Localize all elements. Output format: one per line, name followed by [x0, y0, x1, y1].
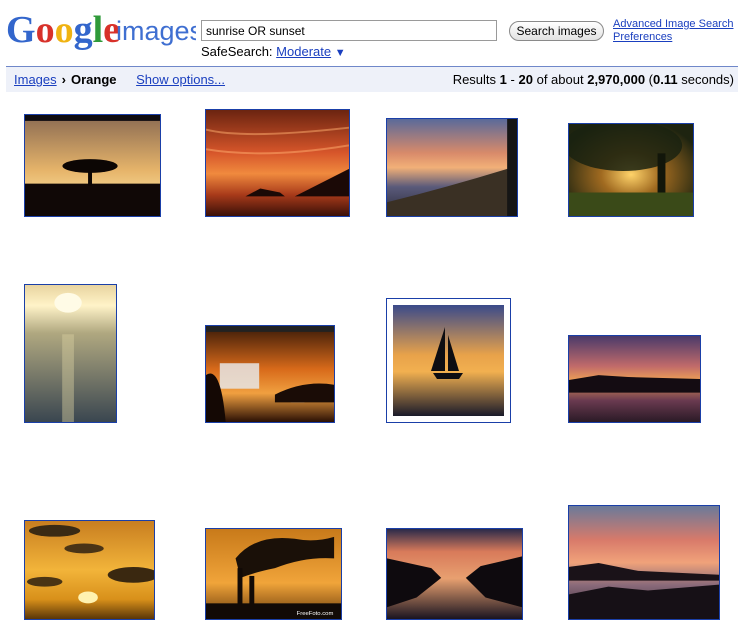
breadcrumb-separator: ›	[61, 72, 66, 87]
results-seconds: seconds	[681, 72, 730, 87]
results-to: 20	[518, 72, 533, 87]
results-dash: -	[510, 72, 515, 87]
results-bar: Images › Orange Show options... Results 1 …	[6, 66, 738, 92]
image-result-cloudy-golden[interactable]	[24, 520, 155, 620]
results-stats: Results 1 - 20 of about 2,970,000 (0.11 …	[452, 72, 734, 87]
svg-text:images: images	[116, 16, 196, 46]
image-result-red-sky[interactable]	[205, 109, 350, 217]
search-images-button[interactable]: Search images	[509, 21, 604, 41]
image-result-river[interactable]	[386, 528, 523, 620]
image-result-smokestacks[interactable]: FreeFoto.com	[205, 528, 342, 620]
breadcrumb: Images › Orange Show options...	[14, 67, 225, 93]
safesearch-dropdown[interactable]: Moderate	[276, 44, 331, 59]
results-prefix: Results	[452, 72, 497, 87]
results-total: 2,970,000	[587, 72, 646, 87]
image-result-ocean-sun[interactable]	[24, 284, 117, 423]
safesearch-control: SafeSearch: Moderate ▼	[201, 44, 346, 59]
google-images-logo[interactable]: Google images	[6, 4, 196, 52]
breadcrumb-images-link[interactable]: Images	[14, 72, 57, 87]
image-result-purple-lake[interactable]	[568, 335, 701, 423]
svg-text:Google: Google	[6, 9, 120, 51]
advanced-image-search-link[interactable]: Advanced Image Search	[613, 18, 733, 31]
results-from: 1	[499, 72, 507, 87]
image-result-acacia[interactable]	[24, 114, 161, 217]
breadcrumb-current: Orange	[70, 72, 117, 87]
image-result-desktop-screenshot[interactable]	[205, 325, 335, 423]
watermark-text: FreeFoto.com	[297, 611, 334, 617]
results-time: 0.11	[653, 72, 678, 87]
results-of: of about	[536, 72, 584, 87]
image-result-pink-harbor[interactable]	[568, 505, 720, 620]
preferences-link[interactable]: Preferences	[613, 31, 733, 44]
header-links: Advanced Image Search Preferences	[613, 18, 733, 44]
chevron-down-icon[interactable]: ▼	[335, 47, 346, 59]
show-options-link[interactable]: Show options...	[136, 72, 225, 87]
search-input[interactable]	[201, 20, 497, 41]
image-result-sun-through-tree[interactable]	[568, 123, 694, 217]
image-result-sailboat[interactable]	[386, 298, 511, 423]
safesearch-label: SafeSearch:	[201, 44, 273, 59]
image-result-coastline[interactable]	[386, 118, 518, 217]
